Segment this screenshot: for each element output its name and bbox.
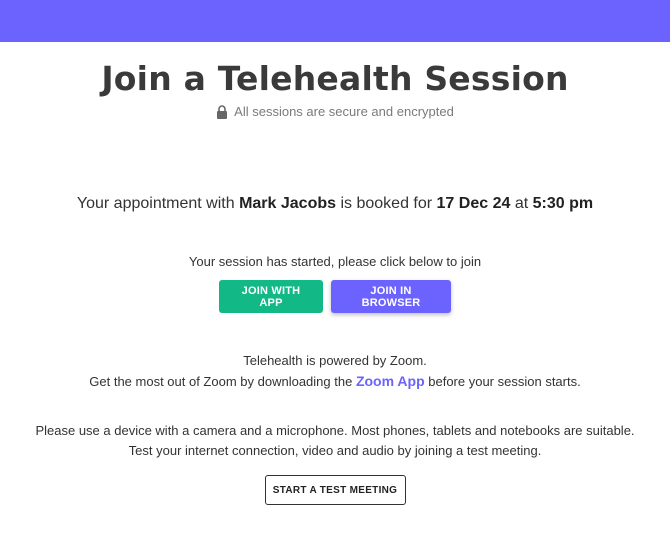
provider-name: Mark Jacobs [239,195,337,212]
appointment-date: 17 Dec 24 [436,195,511,212]
join-with-app-button[interactable]: JOIN WITH APP [219,280,323,313]
page-title: Join a Telehealth Session [101,59,569,98]
top-banner [0,0,670,42]
secure-note: All sessions are secure and encrypted [0,104,670,119]
join-buttons: JOIN WITH APP JOIN IN BROWSER [0,280,670,313]
appointment-info: Your appointment with Mark Jacobs is boo… [76,195,594,212]
powered-by-zoom: Telehealth is powered by Zoom. Get the m… [89,353,581,389]
start-test-meeting-button[interactable]: START A TEST MEETING [264,475,406,505]
session-status: Your session has started, please click b… [188,254,482,269]
secure-note-text: All sessions are secure and encrypted [234,104,454,119]
lock-icon [217,104,228,119]
join-in-browser-button[interactable]: JOIN IN BROWSER [331,280,451,313]
device-requirements: Please use a device with a camera and a … [35,423,635,458]
zoom-app-link[interactable]: Zoom App [356,373,425,389]
appointment-time: 5:30 pm [532,195,594,212]
